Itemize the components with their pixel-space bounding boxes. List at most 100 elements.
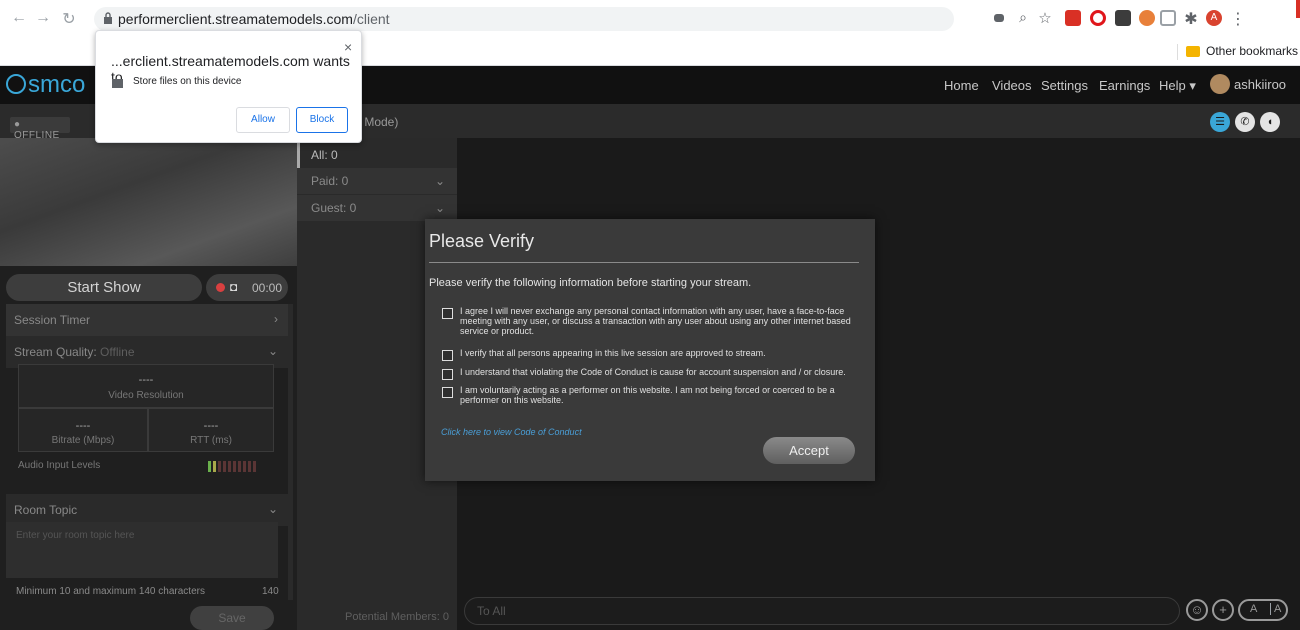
bookmarks-divider	[1177, 44, 1178, 60]
resolution-label: Video Resolution	[108, 390, 184, 401]
member-filter-label: Paid: 0	[311, 174, 349, 188]
record-dot-icon	[216, 283, 225, 292]
save-button[interactable]: Save	[190, 606, 274, 630]
extensions-puzzle-icon[interactable]: ✱	[1182, 9, 1200, 29]
topic-char-count: 140	[262, 586, 279, 597]
status-badge: ● OFFLINE	[10, 117, 70, 141]
verify-check-text: I understand that violating the Code of …	[460, 367, 846, 377]
record-button[interactable]: ◘ 00:00	[206, 274, 288, 301]
menu-icon[interactable]: ⋮	[1229, 9, 1247, 29]
nav-videos[interactable]: Videos	[992, 78, 1032, 93]
verify-checkbox[interactable]	[442, 308, 453, 319]
url-path: /client	[352, 11, 390, 27]
zoom-icon[interactable]: ⌕	[1014, 9, 1032, 26]
lock-icon	[104, 12, 112, 24]
permission-popup: ...erclient.streamatemodels.com wants to…	[95, 30, 362, 143]
back-icon[interactable]: ←	[10, 9, 28, 27]
font-large-icon: A	[1270, 603, 1281, 615]
member-filter-paid[interactable]: Paid: 0 ⌄	[297, 168, 457, 194]
font-small-icon: A	[1250, 603, 1258, 615]
camera-icon: ◘	[230, 280, 238, 294]
video-preview	[0, 138, 297, 266]
profile-avatar[interactable]: A	[1206, 10, 1222, 26]
verify-check-text: I am voluntarily acting as a performer o…	[460, 385, 835, 405]
extension-icon-2[interactable]	[1115, 10, 1131, 26]
username[interactable]: ashkiiroo	[1234, 77, 1286, 92]
chat-header	[297, 104, 1300, 138]
verify-checkbox[interactable]	[442, 387, 453, 398]
verify-checkbox[interactable]	[442, 369, 453, 380]
code-of-conduct-link[interactable]: Click here to view Code of Conduct	[441, 427, 582, 437]
room-topic-input[interactable]: Enter your room topic here	[6, 522, 278, 578]
help-caret-icon: ▾	[1189, 78, 1196, 93]
nav-help-label: Help	[1159, 78, 1186, 93]
left-scrollbar[interactable]	[288, 304, 293, 600]
add-icon[interactable]: +	[1212, 599, 1234, 621]
chevron-down-icon: ⌄	[267, 502, 278, 516]
member-filter-all[interactable]: All: 0	[297, 142, 457, 168]
rtt-box: ---- RTT (ms)	[148, 408, 274, 452]
verify-modal: Please Verify Please verify the followin…	[425, 219, 875, 481]
reload-icon[interactable]: ↻	[60, 9, 78, 29]
verify-check-text: I verify that all persons appearing in t…	[460, 348, 766, 358]
extension-icon-1[interactable]	[1065, 10, 1081, 26]
stream-quality-text: Stream Quality:	[14, 345, 97, 359]
emoji-icon[interactable]: ☺	[1186, 599, 1208, 621]
app-logo[interactable]: smco	[28, 71, 85, 99]
chevron-right-icon: ›	[274, 312, 278, 326]
audio-icon[interactable]: ◖	[1260, 112, 1280, 132]
camera-icon[interactable]	[994, 14, 1004, 22]
permission-item: Store files on this device	[133, 76, 242, 87]
verify-checkbox[interactable]	[442, 350, 453, 361]
chevron-down-icon: ⌄	[434, 174, 445, 188]
record-timer: 00:00	[252, 281, 283, 295]
url-text: performerclient.streamatemodels.com/clie…	[118, 11, 390, 27]
nav-home[interactable]: Home	[944, 78, 979, 93]
session-timer-label: Session Timer	[14, 313, 91, 327]
stream-quality-label: Stream Quality: Offline	[14, 345, 135, 359]
allow-button[interactable]: Allow	[236, 107, 290, 133]
topic-help-text: Minimum 10 and maximum 140 characters	[16, 586, 205, 597]
other-bookmarks[interactable]: Other bookmarks	[1206, 44, 1298, 58]
address-bar[interactable]: performerclient.streamatemodels.com/clie…	[94, 7, 954, 31]
member-filter-guest[interactable]: Guest: 0 ⌄	[297, 195, 457, 221]
extension-icon-4[interactable]	[1160, 10, 1176, 26]
star-icon[interactable]: ☆	[1036, 9, 1054, 27]
nav-earnings[interactable]: Earnings	[1099, 78, 1150, 93]
font-size-toggle[interactable]: A A	[1238, 599, 1288, 621]
modal-intro: Please verify the following information …	[429, 277, 752, 289]
chat-list-icon[interactable]: ☰	[1210, 112, 1230, 132]
chevron-down-icon: ⌄	[267, 344, 278, 358]
member-filter-label: All: 0	[311, 148, 338, 162]
rtt-value: ----	[203, 420, 219, 432]
accept-button[interactable]: Accept	[763, 437, 855, 464]
resolution-value: ----	[138, 374, 154, 386]
extension-icon-3[interactable]	[1139, 10, 1155, 26]
session-timer-row[interactable]: Session Timer ›	[6, 304, 288, 336]
chat-input-placeholder: To All	[477, 604, 506, 618]
potential-members: Potential Members: 0	[345, 611, 449, 623]
stream-status: Offline	[100, 345, 135, 359]
verify-check-text: I agree I will never exchange any person…	[460, 306, 851, 336]
bitrate-label: Bitrate (Mbps)	[51, 435, 115, 446]
opera-icon[interactable]	[1090, 10, 1106, 26]
url-host: performerclient.streamatemodels.com	[118, 11, 353, 27]
nav-help[interactable]: Help ▾	[1159, 78, 1196, 94]
block-button[interactable]: Block	[296, 107, 348, 133]
modal-divider	[429, 262, 859, 263]
bitrate-box: ---- Bitrate (Mbps)	[18, 408, 148, 452]
video-resolution-box: ---- Video Resolution	[18, 364, 274, 408]
start-show-button[interactable]: Start Show	[6, 274, 202, 301]
logo-icon	[6, 74, 26, 94]
nav-settings[interactable]: Settings	[1041, 78, 1088, 93]
member-filter-label: Guest: 0	[311, 201, 357, 215]
audio-level-label: Audio Input Levels	[18, 460, 101, 471]
folder-icon	[112, 79, 123, 88]
close-icon[interactable]: ×	[344, 39, 352, 55]
user-avatar[interactable]	[1210, 74, 1230, 94]
phone-icon[interactable]: ✆	[1235, 112, 1255, 132]
chat-input[interactable]: To All	[464, 597, 1180, 625]
forward-icon[interactable]: →	[34, 9, 52, 27]
room-topic-label: Room Topic	[14, 503, 78, 517]
modal-title: Please Verify	[429, 231, 535, 251]
